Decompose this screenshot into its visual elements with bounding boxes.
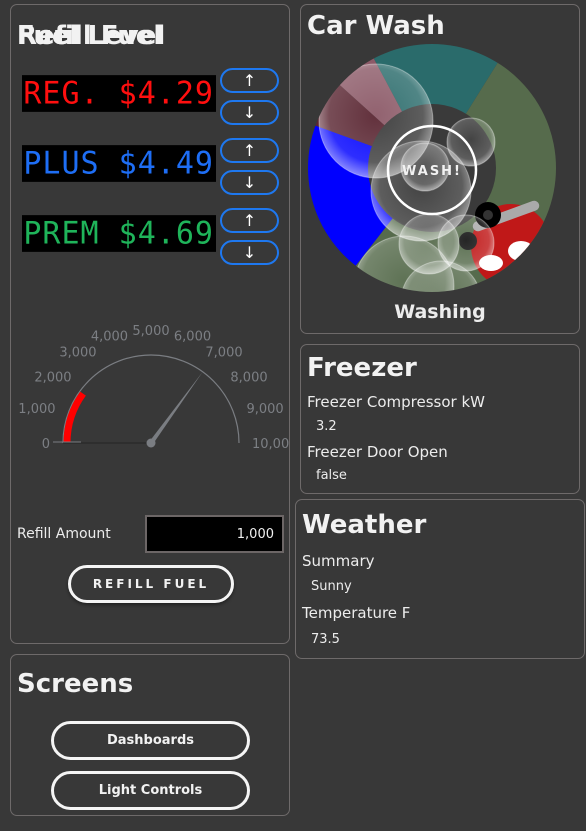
freezer-compressor-value: 3.2 xyxy=(316,419,337,434)
gauge-tick-label: 4,000 xyxy=(91,330,128,345)
weather-temperature-label: Temperature F xyxy=(302,604,411,622)
refill-fuel-button[interactable]: REFILL FUEL xyxy=(68,565,234,603)
freezer-title: Freezer xyxy=(307,353,417,383)
gauge-tick-labels: 0 1,000 2,000 3,0004,000 5,000 6,0007,000 8,00… xyxy=(18,324,289,452)
dashboards-button[interactable]: Dashboards xyxy=(51,721,250,760)
refill-amount-label: Refill Amount xyxy=(17,526,111,542)
arrow-up-icon: ↑ xyxy=(242,140,257,160)
price-row-regular: REG. $4.29 ↑ ↓ xyxy=(22,67,282,137)
regular-price-up-button[interactable]: ↑ xyxy=(220,68,279,93)
gauge-tick-label: 10,00 xyxy=(252,437,289,452)
screens-panel: Screens Dashboards Light Controls xyxy=(10,654,290,816)
car-wash-panel: Car Wash WASH! Washing xyxy=(300,4,580,334)
refill-amount-input[interactable] xyxy=(145,515,284,553)
refill-fuel-title: Refill Fuel xyxy=(17,21,163,51)
gauge-needle-hub xyxy=(146,438,156,448)
gauge-tick-label: 6,000 xyxy=(174,330,211,345)
weather-panel: Weather Summary Sunny Temperature F 73.5 xyxy=(295,499,585,659)
gauge-low-zone xyxy=(63,391,86,444)
gauge-tick-label: 3,000 xyxy=(59,346,96,361)
car-wash-animation: WASH! xyxy=(308,44,556,292)
plus-price-down-button[interactable]: ↓ xyxy=(220,170,279,195)
price-display-regular: REG. $4.29 xyxy=(22,75,216,112)
arrow-up-icon: ↑ xyxy=(242,210,257,230)
light-controls-button[interactable]: Light Controls xyxy=(51,771,250,810)
weather-summary-label: Summary xyxy=(302,552,375,570)
screens-title: Screens xyxy=(17,669,134,699)
gauge-arc xyxy=(62,354,240,444)
plus-price-up-button[interactable]: ↑ xyxy=(220,138,279,163)
gauge-tick-label: 8,000 xyxy=(230,371,267,386)
gauge-tick-label: 9,000 xyxy=(246,402,283,417)
regular-price-down-button[interactable]: ↓ xyxy=(220,100,279,125)
gauge-tick-label: 1,000 xyxy=(18,402,55,417)
gauge-tick-label: 2,000 xyxy=(34,371,71,386)
price-display-plus: PLUS $4.49 xyxy=(22,145,216,182)
gauge-needle xyxy=(149,371,203,445)
fuel-level-gauge: 0 1,000 2,000 3,0004,000 5,000 6,0007,000 8,00… xyxy=(18,324,289,452)
arrow-down-icon: ↓ xyxy=(242,172,257,192)
freezer-panel: Freezer Freezer Compressor kW 3.2 Freeze… xyxy=(300,344,580,494)
fuel-panel: Fuel REG. $4.29 ↑ ↓ PLUS $4.49 ↑ ↓ PREM … xyxy=(10,4,290,644)
wash-button-label[interactable]: WASH! xyxy=(402,164,462,179)
gauge-tick-label: 5,000 xyxy=(132,324,169,339)
arrow-down-icon: ↓ xyxy=(242,102,257,122)
premium-price-down-button[interactable]: ↓ xyxy=(220,240,279,265)
price-display-premium: PREM $4.69 xyxy=(22,215,216,252)
gauge-tick-label: 7,000 xyxy=(205,346,242,361)
weather-summary-value: Sunny xyxy=(311,579,352,594)
freezer-door-label: Freezer Door Open xyxy=(307,443,448,461)
price-row-premium: PREM $4.69 ↑ ↓ xyxy=(22,207,282,277)
car-wash-status: Washing xyxy=(394,301,486,323)
weather-title: Weather xyxy=(302,510,427,540)
freezer-door-value: false xyxy=(316,468,347,483)
price-row-plus: PLUS $4.49 ↑ ↓ xyxy=(22,137,282,207)
arrow-down-icon: ↓ xyxy=(242,242,257,262)
arrow-up-icon: ↑ xyxy=(242,70,257,90)
car-wash-title: Car Wash xyxy=(307,11,445,41)
freezer-compressor-label: Freezer Compressor kW xyxy=(307,393,485,411)
premium-price-up-button[interactable]: ↑ xyxy=(220,208,279,233)
gauge-tick-label: 0 xyxy=(42,437,50,452)
weather-temperature-value: 73.5 xyxy=(311,632,340,647)
